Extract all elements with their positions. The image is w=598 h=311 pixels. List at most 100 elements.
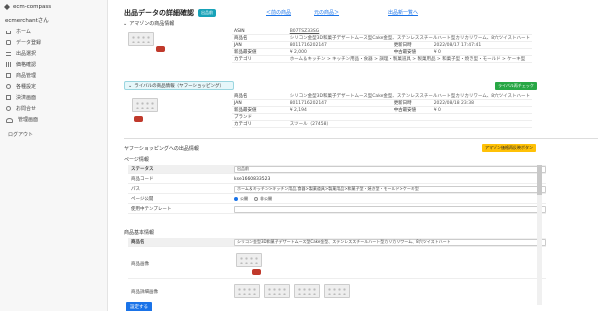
radio-label: 非公開 (260, 196, 272, 201)
asin-link[interactable]: B07TSZ33SG (287, 28, 532, 36)
status-select[interactable]: 出品前⌄ (234, 165, 546, 173)
row-key: ブランド (232, 113, 288, 122)
brand-name: ecm-compass (13, 4, 52, 10)
template-input[interactable] (234, 205, 546, 213)
publish-off-radio[interactable]: 非公開 (254, 196, 272, 202)
submit-button[interactable]: 設定する (126, 302, 152, 311)
amazon-product-image (126, 30, 170, 54)
compass-logo-icon (4, 4, 10, 10)
original-product-link[interactable]: 元の商品＞ (314, 9, 339, 16)
row-value: ¥ 2,000 (287, 48, 392, 57)
row-value: ¥ 2,194 (287, 106, 392, 115)
sidebar-item-label: 出品選択 (16, 51, 37, 57)
tray-image (236, 252, 262, 267)
publish-on-radio[interactable]: 公開 (234, 196, 248, 202)
product-name-input[interactable]: シリコン金型3D和菓子デザートムース型Cake金型、ステンレススチールハート型カ… (234, 238, 546, 246)
row-value (287, 113, 532, 122)
yahoo-section-heading: ヤフーショッピングへの出品情報 (124, 146, 199, 152)
row-key: ASIN (232, 28, 288, 36)
table-row: 商品名 シリコン金型3D和菓子デザートムース型Cake金型、ステンレススチールハー… (232, 34, 532, 43)
sidebar-item-label: 商品管理 (16, 73, 37, 79)
row-key: 更新日時 (391, 41, 432, 50)
detail-image[interactable] (324, 284, 350, 298)
page-title: 出品データの詳細確認 (124, 9, 194, 17)
detail-image[interactable] (294, 284, 320, 298)
row-key: 新品最安値 (232, 106, 288, 115)
amazon-section-heading[interactable]: ⌄ アマゾンの商品情報 (123, 20, 174, 27)
sidebar-item-listing-select[interactable]: 出品選択 (0, 48, 107, 59)
code-label: 商品コード (131, 177, 154, 182)
amazon-price-reflect-button[interactable]: アマゾン価格再反映ボタン (482, 144, 536, 152)
scrollbar-thumb[interactable] (537, 165, 542, 195)
row-key: カテゴリ (232, 120, 288, 129)
tray-image (128, 32, 154, 46)
product-image[interactable] (234, 251, 274, 277)
listing-list-link[interactable]: 出品新一覧へ (388, 9, 418, 16)
home-icon (6, 31, 11, 34)
status-badge: 出品前 (198, 9, 216, 17)
row-key: 更新日時 (391, 99, 432, 108)
form-scrollbar[interactable] (537, 165, 542, 305)
chevron-down-icon: ⌄ (128, 82, 133, 89)
card-icon (6, 95, 11, 100)
detail-image-row: 商品詳細画像 (128, 281, 546, 303)
detail-image[interactable] (264, 284, 290, 298)
radio-label: 公開 (240, 196, 248, 201)
row-key: JAN (232, 99, 288, 108)
table-row: 商品名 シリコン金型3D和菓子デザートムース型Cake金型、ステンレススチールハー… (232, 93, 532, 101)
rival-section-heading[interactable]: ⌄ ライバルの商品情報（ヤフーショッピング） (124, 81, 234, 90)
box-icon (6, 73, 11, 78)
page-info-heading: ページ情報 (124, 157, 149, 163)
row-key: 新品最安値 (232, 48, 288, 57)
red-box-image (156, 46, 165, 52)
database-icon (6, 40, 11, 45)
main-content: 出品データの詳細確認 出品前 ＜前の商品 元の商品＞ 出品新一覧へ ⌄ アマゾンの… (112, 0, 598, 311)
sidebar-item-label: 決済画面 (16, 95, 37, 101)
sidebar-item-settings[interactable]: 各種設定 (0, 81, 107, 92)
row-value: ホーム＆キッチン > キッチン用品・食器 > 調理・製菓道具 > 製菓用品 > … (287, 55, 532, 64)
rival-heading-text: ライバルの商品情報（ヤフーショッピング） (134, 83, 225, 89)
page-header: 出品データの詳細確認 出品前 ＜前の商品 元の商品＞ 出品新一覧へ (124, 8, 594, 18)
grid-icon (6, 62, 11, 67)
rival-product-image (126, 96, 170, 124)
row-key: 商品名 (232, 34, 288, 43)
row-key: 中古最安値 (391, 48, 432, 57)
status-value: 出品前 (237, 166, 249, 171)
path-label: パス (131, 187, 140, 192)
red-box-image (134, 116, 143, 122)
path-input[interactable]: ホーム＆キッチン>キッチン用品,食器>製菓道具>製菓用品>和菓子型・焼き型・モー… (234, 185, 546, 193)
amazon-info-table: ASIN B07TSZ33SG 商品名 シリコン金型3D和菓子デザートムース型Cak… (232, 28, 532, 64)
status-row: ステータス 出品前⌄ (128, 165, 546, 174)
sidebar-item-admin[interactable]: 管理画面 (0, 114, 107, 125)
sidebar-item-label: ホーム (16, 29, 31, 35)
row-value: シリコン金型3D和菓子デザートムース型Cake金型、ステンレススチールハート型カ… (287, 34, 532, 43)
radio-checked-icon (234, 197, 238, 201)
detail-image[interactable] (234, 284, 260, 298)
table-row: ブランド (232, 113, 532, 122)
sidebar-item-label: データ登録 (16, 40, 42, 46)
radio-unchecked-icon (254, 197, 258, 201)
detail-image-label: 商品詳細画像 (131, 290, 158, 295)
divider (124, 138, 598, 139)
sidebar-item-contact[interactable]: お問合せ (0, 103, 107, 114)
user-icon (6, 118, 13, 123)
table-row: 新品最安値 ¥ 2,194 中古最安値 ¥ 0 (232, 106, 532, 115)
sidebar-item-label: お問合せ (16, 106, 37, 112)
tray-image (132, 98, 158, 112)
prev-product-link[interactable]: ＜前の商品 (266, 9, 291, 16)
row-value: ¥ 0 (431, 48, 532, 57)
row-key: 中古最安値 (391, 106, 432, 115)
rival-recheck-button[interactable]: ライバル再チェック (495, 82, 537, 90)
logout-link[interactable]: ログアウト (0, 131, 107, 138)
sidebar-item-payment[interactable]: 決済画面 (0, 92, 107, 103)
row-key: カテゴリ (232, 55, 288, 64)
product-image-row: 商品画像 (128, 249, 546, 279)
sidebar-item-data-register[interactable]: データ登録 (0, 37, 107, 48)
sidebar-item-product-manage[interactable]: 商品管理 (0, 70, 107, 81)
publish-row: ページ公開 公開 非公開 (128, 195, 546, 204)
brand[interactable]: ecm-compass (0, 0, 107, 14)
sidebar-item-home[interactable]: ホーム (0, 26, 107, 37)
sidebar-item-label: 価格確認 (16, 62, 37, 68)
table-row: カテゴリ スツール（27458） (232, 120, 532, 129)
sidebar-item-price-check[interactable]: 価格確認 (0, 59, 107, 70)
